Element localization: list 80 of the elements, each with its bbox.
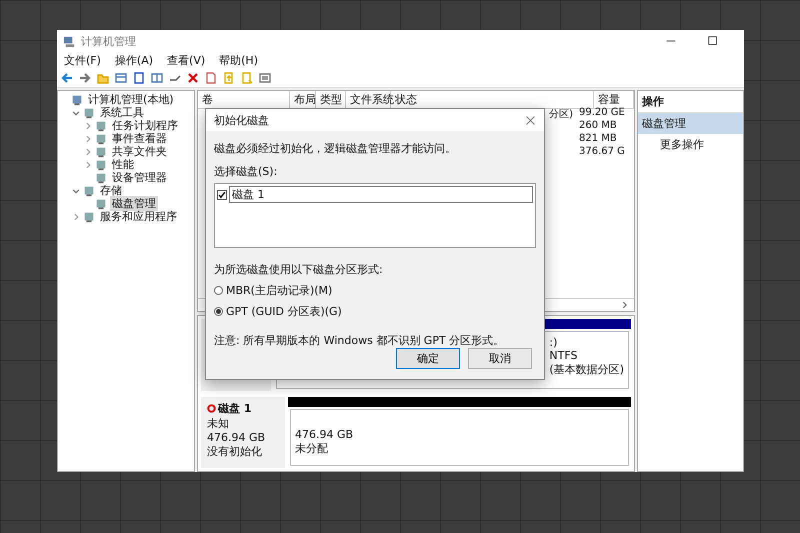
partition-text: (基本数据分区) bbox=[549, 362, 624, 377]
properties-icon[interactable] bbox=[258, 70, 272, 84]
check-icon bbox=[218, 190, 226, 198]
node-icon bbox=[71, 94, 83, 106]
window-title: 计算机管理 bbox=[81, 34, 137, 48]
dialog-button[interactable]: 取消 bbox=[468, 348, 532, 369]
field-label: 为所选磁盘使用以下磁盘分区形式: bbox=[214, 262, 384, 277]
tree-item[interactable]: 任务计划程序 bbox=[110, 118, 180, 133]
disk-name: 磁盘 1 bbox=[207, 400, 279, 416]
delete-icon[interactable] bbox=[186, 70, 200, 84]
dialog-message: 磁盘必须经过初始化，逻辑磁盘管理器才能访问。 bbox=[214, 141, 457, 156]
tree-item[interactable]: 磁盘管理 bbox=[110, 196, 158, 211]
partition-text: 未分配 bbox=[295, 440, 329, 456]
tree-item[interactable]: 设备管理器 bbox=[110, 170, 169, 185]
disk-info: 476.94 GB bbox=[207, 430, 266, 444]
field-label: 选择磁盘(S): bbox=[214, 164, 278, 179]
radio-button[interactable] bbox=[214, 286, 223, 295]
node-icon bbox=[83, 106, 95, 118]
chevron-right-icon bbox=[72, 212, 80, 220]
tree-item[interactable]: 性能 bbox=[110, 157, 136, 172]
tree-item[interactable]: 存储 bbox=[98, 183, 124, 198]
action-item[interactable]: 磁盘管理 bbox=[638, 113, 743, 134]
disk-info: 没有初始化 bbox=[207, 444, 263, 458]
node-icon bbox=[83, 210, 95, 222]
partition-text: :) bbox=[549, 336, 558, 349]
chevron-down-icon bbox=[72, 108, 80, 116]
list-item[interactable]: 磁盘 1 bbox=[229, 186, 533, 203]
expanded-chevron-icon[interactable] bbox=[72, 108, 80, 116]
checkbox[interactable] bbox=[217, 190, 227, 200]
app-icon bbox=[63, 34, 76, 48]
close-icon[interactable] bbox=[525, 114, 536, 126]
dialog-button[interactable]: 确定 bbox=[396, 348, 460, 369]
collapsed-chevron-icon[interactable] bbox=[72, 212, 80, 220]
menu-item[interactable]: 文件(F) bbox=[64, 52, 101, 68]
table-cell-text: 99.20 GE bbox=[578, 107, 626, 120]
collapsed-chevron-icon[interactable] bbox=[84, 134, 92, 142]
table-cell-text: 821 MB bbox=[578, 133, 618, 146]
tree-item[interactable]: 计算机管理(本地) bbox=[86, 92, 176, 107]
action-item[interactable]: 更多操作 bbox=[638, 134, 743, 155]
column-header[interactable]: 容量 bbox=[594, 91, 634, 109]
partition-text: 476.94 GB bbox=[295, 428, 354, 440]
back-arrow-icon[interactable] bbox=[60, 70, 74, 84]
tree-item[interactable]: 共享文件夹 bbox=[110, 144, 169, 159]
radio-label[interactable]: GPT (GUID 分区表)(G) bbox=[226, 304, 342, 319]
tree-item[interactable]: 服务和应用程序 bbox=[98, 209, 179, 224]
maximize-icon[interactable] bbox=[707, 35, 719, 47]
menu-item[interactable]: 帮助(H) bbox=[219, 52, 258, 68]
node-icon bbox=[95, 158, 107, 170]
table-cell-text: 260 MB bbox=[578, 120, 618, 133]
dialog-note: 注意: 所有早期版本的 Windows 都不识别 GPT 分区形式。 bbox=[214, 333, 506, 348]
disk-info: 未知 bbox=[207, 416, 230, 430]
scroll-right-icon[interactable] bbox=[621, 301, 629, 309]
document-icon[interactable] bbox=[204, 70, 218, 84]
dialog-title: 初始化磁盘 bbox=[214, 112, 269, 128]
table-cell-text: 376.67 G bbox=[578, 146, 626, 159]
table-cell-text: 分区) bbox=[548, 108, 574, 120]
forward-arrow-icon[interactable] bbox=[78, 70, 92, 84]
node-icon bbox=[83, 184, 95, 196]
panel-icon[interactable] bbox=[150, 70, 164, 84]
collapsed-chevron-icon[interactable] bbox=[84, 122, 92, 130]
radio-dot-icon bbox=[216, 309, 221, 314]
disk-list[interactable]: 磁盘 1 bbox=[214, 183, 536, 248]
node-icon bbox=[95, 132, 107, 144]
menu-item[interactable]: 操作(A) bbox=[114, 52, 154, 68]
node-icon bbox=[95, 172, 107, 184]
tree-item[interactable]: 系统工具 bbox=[98, 105, 146, 120]
radio-label[interactable]: MBR(主启动记录)(M) bbox=[226, 283, 332, 298]
menu-item[interactable]: 查看(V) bbox=[167, 52, 206, 68]
expanded-chevron-icon[interactable] bbox=[72, 186, 80, 194]
node-icon bbox=[95, 198, 107, 210]
partition-text: NTFS bbox=[549, 349, 578, 362]
collapsed-chevron-icon[interactable] bbox=[84, 160, 92, 168]
warning-icon bbox=[207, 404, 216, 412]
radio-button[interactable] bbox=[214, 307, 223, 316]
node-icon bbox=[95, 120, 107, 132]
chevron-down-icon bbox=[72, 186, 80, 194]
node-icon bbox=[95, 146, 107, 158]
tree-item[interactable]: 事件查看器 bbox=[110, 131, 169, 146]
collapsed-chevron-icon[interactable] bbox=[84, 148, 92, 156]
panel-icon[interactable] bbox=[114, 70, 128, 84]
